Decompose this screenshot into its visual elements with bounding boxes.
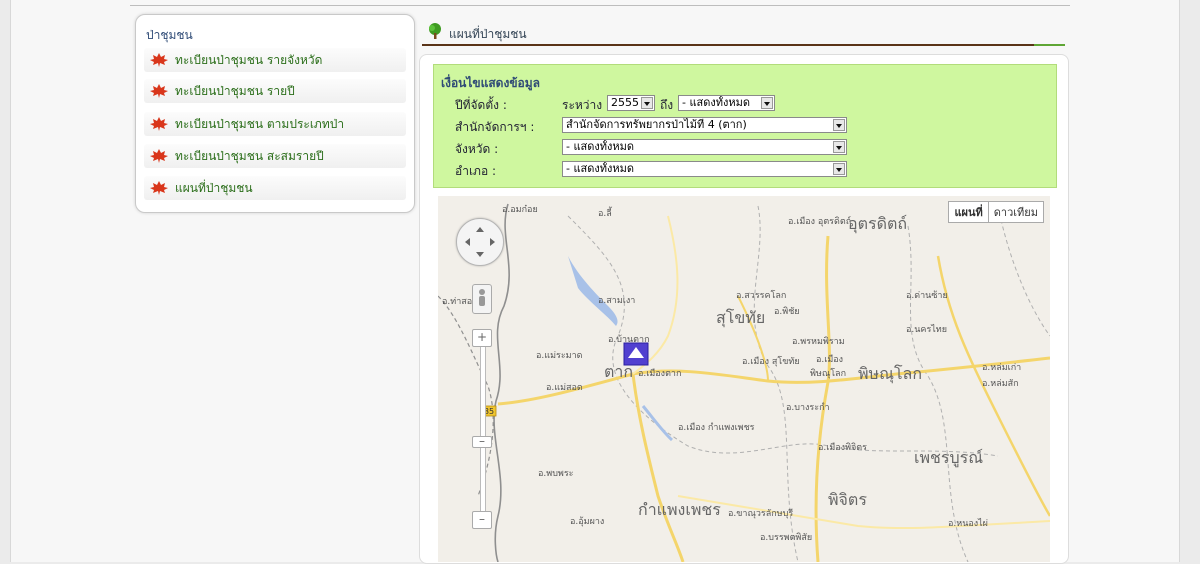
map-label: อ.บางระกำ	[786, 403, 830, 413]
zoom-slider-track[interactable]	[480, 329, 486, 519]
zoom-out-button[interactable]: –	[472, 511, 492, 529]
map-label: อ.นครไทย	[906, 325, 948, 335]
chevron-down-icon	[833, 141, 845, 153]
district-value: - แสดงทั้งหมด	[566, 162, 635, 175]
sidebar-title: ป่าชุมชน	[146, 28, 193, 42]
sidebar-item-label: ทะเบียนป่าชุมชน สะสมรายปี	[175, 148, 324, 163]
map-label: อ.เมือง สุโขทัย	[742, 357, 800, 367]
zoom-in-button[interactable]: +	[472, 329, 492, 347]
office-value: สำนักจัดการทรัพยากรป่าไม้ที่ 4 (ตาก)	[566, 118, 747, 131]
map-label: อ.แม่ระมาด	[536, 351, 583, 361]
header-divider-accent	[1034, 44, 1065, 46]
sidebar-item-by-province[interactable]: ทะเบียนป่าชุมชน รายจังหวัด	[144, 48, 406, 72]
district-select[interactable]: - แสดงทั้งหมด	[562, 161, 847, 177]
map-label: อ.หล่มสัก	[982, 379, 1019, 389]
map-label: อ.หนองไผ่	[948, 519, 988, 529]
map-label: อ.เมืองตาก	[638, 369, 682, 379]
year-label: ปีที่จัดตั้ง :	[455, 98, 507, 112]
sidebar-item-cumulative[interactable]: ทะเบียนป่าชุมชน สะสมรายปี	[144, 144, 406, 168]
map-label: ตาก	[604, 362, 634, 381]
district-label: อำเภอ :	[455, 164, 497, 178]
sidebar-item-label: ทะเบียนป่าชุมชน รายปี	[175, 83, 295, 98]
page-title: แผนที่ป่าชุมชน	[449, 27, 527, 41]
maple-leaf-icon	[150, 53, 168, 67]
map-label: เพชรบูรณ์	[914, 448, 984, 467]
pegman-icon	[479, 289, 485, 306]
filter-panel: เงื่อนไขแสดงข้อมูล ปีที่จัดตั้ง : ระหว่า…	[433, 64, 1057, 188]
maple-leaf-icon	[150, 181, 168, 195]
top-divider	[130, 0, 1070, 6]
map-label: อ.พรหมพิราม	[792, 337, 845, 347]
province-label: จังหวัด :	[455, 142, 499, 156]
map-type-switch: แผนที่ ดาวเทียม	[948, 201, 1044, 223]
map-label: พิจิตร	[828, 490, 867, 509]
year-to-select[interactable]: - แสดงทั้งหมด	[678, 95, 775, 111]
maple-leaf-icon	[150, 84, 168, 98]
map-label: อ.เมือง อุตรดิตถ์	[788, 217, 852, 227]
year-from-value: 2555	[611, 96, 639, 109]
map-label: กำแพงเพชร	[638, 500, 721, 519]
province-select[interactable]: - แสดงทั้งหมด	[562, 139, 847, 155]
sidebar-menu: ป่าชุมชน ทะเบียนป่าชุมชน รายจังหวัด ทะเบ…	[135, 14, 415, 213]
office-select[interactable]: สำนักจัดการทรัพยากรป่าไม้ที่ 4 (ตาก)	[562, 117, 847, 133]
map-label: อ.บ้านตาก	[608, 335, 650, 345]
map-label: อ.แม่สอด	[546, 383, 583, 393]
map-label: อ.สามเงา	[598, 296, 636, 306]
map-type-map-button[interactable]: แผนที่	[949, 202, 989, 222]
map-label: อ.พิชัย	[774, 307, 800, 317]
sidebar-item-label: แผนที่ป่าชุมชน	[175, 180, 253, 195]
year-from-select[interactable]: 2555	[607, 95, 655, 111]
map-label: อ.หล่มเก่า	[982, 363, 1022, 373]
map-label: อ.อมก๋อย	[502, 205, 538, 215]
pan-arrows-icon	[465, 227, 495, 257]
map-label: อ.เมือง	[816, 355, 844, 365]
sidebar-item-by-forest-type[interactable]: ทะเบียนป่าชุมชน ตามประเภทป่า	[144, 112, 406, 136]
map-label: อ.บรรพตพิสัย	[760, 533, 813, 543]
office-label: สำนักจัดการฯ :	[455, 120, 535, 134]
maple-leaf-icon	[150, 149, 168, 163]
map-type-satellite-button[interactable]: ดาวเทียม	[989, 202, 1043, 222]
map-label: อ.เมืองพิจิตร	[818, 443, 867, 453]
map-label: อ.เมือง กำแพงเพชร	[678, 423, 755, 433]
pan-control[interactable]	[456, 218, 504, 266]
tree-icon	[429, 23, 441, 39]
map-label: อ.พบพระ	[538, 469, 574, 479]
map-label: อ.อุ้มผาง	[570, 517, 605, 527]
chevron-down-icon	[641, 97, 653, 109]
map-label: สุโขทัย	[716, 308, 766, 327]
to-text: ถึง	[660, 98, 674, 112]
map-label: อ.สวรรคโลก	[736, 291, 787, 301]
map-label: อ.ลี้	[598, 209, 612, 219]
sidebar-item-label: ทะเบียนป่าชุมชน ตามประเภทป่า	[175, 116, 345, 131]
map-canvas[interactable]: 85 อ.อมก๋อย อ.ลี้ อ.เมือง อุตรดิตถ์ อุตร…	[438, 196, 1050, 562]
zoom-slider-handle[interactable]: –	[472, 435, 492, 448]
chevron-down-icon	[761, 97, 773, 109]
filter-title: เงื่อนไขแสดงข้อมูล	[441, 76, 540, 90]
chevron-down-icon	[833, 119, 845, 131]
map-label: พิษณุโลก	[858, 364, 923, 383]
map-label: อุตรดิตถ์	[848, 214, 908, 233]
province-value: - แสดงทั้งหมด	[566, 140, 635, 153]
maple-leaf-icon	[150, 117, 168, 131]
sidebar-item-map[interactable]: แผนที่ป่าชุมชน	[144, 176, 406, 200]
sidebar-item-label: ทะเบียนป่าชุมชน รายจังหวัด	[175, 52, 323, 67]
year-to-value: - แสดงทั้งหมด	[682, 96, 751, 109]
map-label: พิษณุโลก	[810, 369, 847, 379]
chevron-down-icon	[833, 163, 845, 175]
between-text: ระหว่าง	[562, 98, 603, 112]
header-divider	[422, 44, 1034, 46]
map-label: อ.ขาณุวรลักษบุรี	[728, 509, 794, 519]
street-view-pegman[interactable]	[472, 284, 492, 314]
map-label: อ.ด่านซ้าย	[906, 291, 948, 301]
sidebar-item-by-year[interactable]: ทะเบียนป่าชุมชน รายปี	[144, 79, 406, 103]
